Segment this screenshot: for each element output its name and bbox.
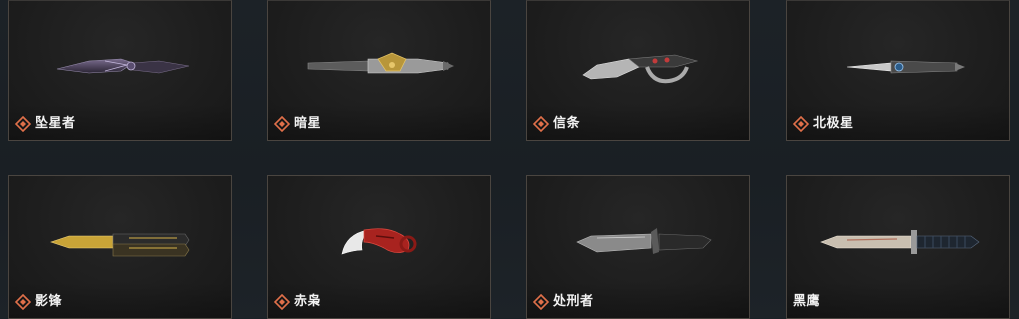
- knife-card[interactable]: 暗星: [267, 0, 491, 141]
- knife-label: 暗星: [274, 116, 321, 132]
- dark-star-knife-icon: [307, 52, 454, 74]
- knife-card[interactable]: 信条: [526, 0, 750, 141]
- knife-label: 赤枭: [274, 294, 321, 310]
- shadow-butterfly-knife-icon: [50, 233, 190, 257]
- knife-card[interactable]: 赤枭: [267, 175, 491, 319]
- creed-knife-icon: [582, 54, 699, 84]
- knife-name: 信条: [553, 116, 581, 131]
- knife-name: 北极星: [813, 116, 854, 131]
- knife-label: 处刑者: [533, 294, 594, 310]
- knife-collection-grid: 坠星者 暗星 信条 北极星 影锋 赤枭 处刑者 黑鹰: [0, 0, 1019, 319]
- knife-card[interactable]: 影锋: [8, 175, 232, 319]
- rarity-diamond-icon: [533, 294, 549, 310]
- polaris-knife-icon: [846, 60, 965, 74]
- black-hawk-bayonet-icon: [820, 230, 980, 254]
- knife-name: 坠星者: [35, 116, 76, 131]
- rarity-diamond-icon: [274, 294, 290, 310]
- rarity-diamond-icon: [15, 294, 31, 310]
- rarity-diamond-icon: [793, 116, 809, 132]
- knife-label: 信条: [533, 116, 580, 132]
- knife-name: 处刑者: [553, 294, 594, 309]
- knife-card[interactable]: 处刑者: [526, 175, 750, 319]
- red-karambit-icon: [341, 228, 417, 255]
- knife-label: 北极星: [793, 116, 854, 132]
- rarity-diamond-icon: [274, 116, 290, 132]
- falling-star-knife-icon: [56, 58, 190, 74]
- knife-label: 影锋: [15, 294, 62, 310]
- knife-label: 黑鹰: [793, 294, 820, 310]
- knife-name: 影锋: [35, 294, 63, 309]
- rarity-diamond-icon: [533, 116, 549, 132]
- knife-card[interactable]: 黑鹰: [786, 175, 1010, 319]
- knife-name: 暗星: [294, 116, 322, 131]
- knife-label: 坠星者: [15, 116, 76, 132]
- rarity-diamond-icon: [15, 116, 31, 132]
- knife-card[interactable]: 北极星: [786, 0, 1010, 141]
- knife-name: 黑鹰: [793, 294, 821, 309]
- knife-card[interactable]: 坠星者: [8, 0, 232, 141]
- knife-name: 赤枭: [294, 294, 322, 309]
- executioner-knife-icon: [576, 228, 712, 254]
